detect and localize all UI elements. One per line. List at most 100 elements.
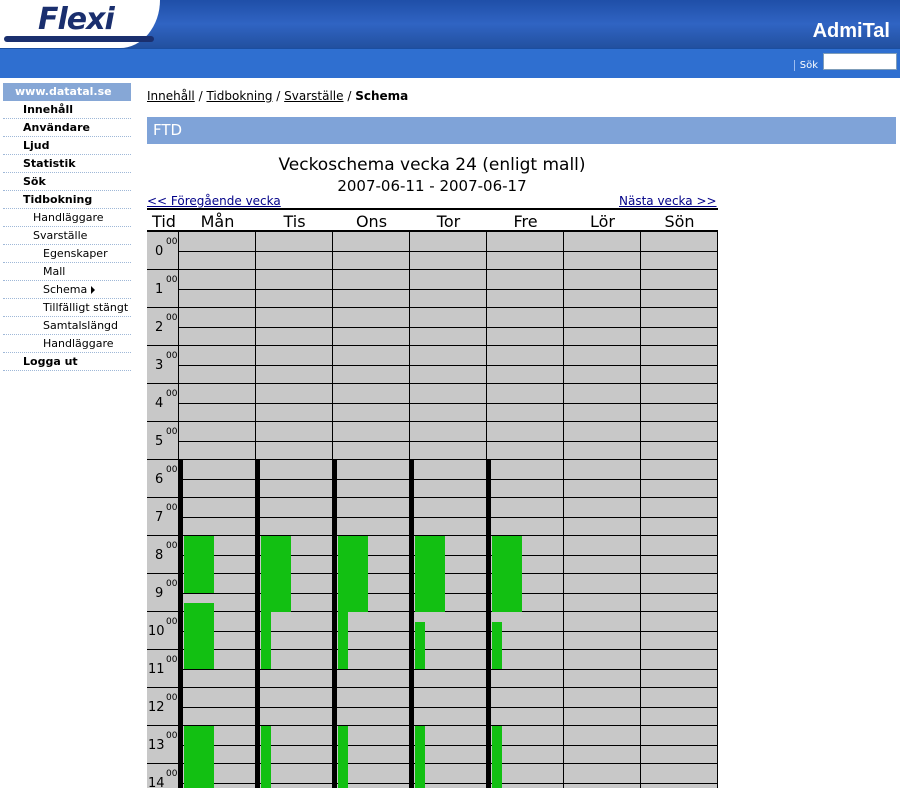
hour-divider xyxy=(147,383,718,384)
sidebar-item-label: Tidbokning xyxy=(23,193,93,206)
booked-slot[interactable] xyxy=(415,726,425,788)
sidebar-item-label: Svarställe xyxy=(33,229,88,242)
hour-minute-label: 00 xyxy=(166,541,178,551)
breadcrumb-svarstalle[interactable]: Svarställe xyxy=(284,89,343,103)
hour-divider xyxy=(147,421,718,422)
day-divider xyxy=(640,232,641,788)
brand-name: AdmiTal xyxy=(812,20,890,42)
booked-slot[interactable] xyxy=(184,602,214,669)
half-hour-divider xyxy=(179,441,718,442)
breadcrumb-separator: / xyxy=(347,89,352,103)
sidebar-item-label: Statistik xyxy=(23,157,76,170)
sidebar-item-label: Logga ut xyxy=(23,355,78,368)
booked-slot[interactable] xyxy=(415,621,425,669)
breadcrumb-current: Schema xyxy=(355,89,409,103)
hour-minute-label: 00 xyxy=(166,503,178,513)
hour-minute-label: 00 xyxy=(166,617,178,627)
hour-divider xyxy=(147,725,718,726)
previous-week-link[interactable]: << Föregående vecka xyxy=(147,194,281,208)
hour-divider xyxy=(147,649,718,650)
hour-minute-label: 00 xyxy=(166,769,178,779)
sidebar-item-sök[interactable]: Sök xyxy=(3,173,131,191)
hour-divider xyxy=(147,459,718,460)
booked-slot[interactable] xyxy=(261,726,271,788)
day-divider xyxy=(563,232,564,788)
sidebar-item-logga-ut[interactable]: Logga ut xyxy=(3,353,131,371)
open-hours-marker xyxy=(409,460,414,788)
hour-label: 14 xyxy=(148,776,165,788)
sidebar-item-handläggare[interactable]: Handläggare xyxy=(3,209,131,227)
day-header: Ons xyxy=(355,212,388,231)
sidebar-item-label: Schema xyxy=(43,283,88,296)
booked-slot[interactable] xyxy=(184,536,214,593)
open-hours-marker xyxy=(486,460,491,788)
sidebar-item-tillfälligt-stängt[interactable]: Tillfälligt stängt xyxy=(3,299,131,317)
sidebar-item-samtalslängd[interactable]: Samtalslängd xyxy=(3,317,131,335)
booked-slot[interactable] xyxy=(338,612,348,669)
breadcrumb-tidbokning[interactable]: Tidbokning xyxy=(206,89,272,103)
hour-minute-label: 00 xyxy=(166,693,178,703)
hour-minute-label: 00 xyxy=(166,237,178,247)
hour-minute-label: 00 xyxy=(166,465,178,475)
hour-label: 4 xyxy=(155,396,164,411)
breadcrumb-separator: / xyxy=(276,89,281,103)
sidebar-item-innehåll[interactable]: Innehåll xyxy=(3,101,131,119)
sidebar-item-mall[interactable]: Mall xyxy=(3,263,131,281)
booked-slot[interactable] xyxy=(184,726,214,788)
day-divider xyxy=(717,232,718,788)
sidebar-item-label: Användare xyxy=(23,121,90,134)
sidebar-item-label: Sök xyxy=(23,175,46,188)
breadcrumb-innehall[interactable]: Innehåll xyxy=(147,89,195,103)
half-hour-divider xyxy=(179,289,718,290)
booked-slot[interactable] xyxy=(492,621,502,669)
search-input[interactable] xyxy=(823,53,897,70)
hour-label: 11 xyxy=(148,662,165,677)
booked-slot[interactable] xyxy=(261,612,271,669)
sidebar-item-användare[interactable]: Användare xyxy=(3,119,131,137)
schedule-grid: Tid Mån Tis Ons Tor Fre Lör Sön 0 00 1 00 2 00 3 00 4 00… xyxy=(147,208,718,788)
hour-label: 1 xyxy=(155,282,164,297)
sidebar-item-handläggare[interactable]: Handläggare xyxy=(3,335,131,353)
sidebar-item-egenskaper[interactable]: Egenskaper xyxy=(3,245,131,263)
hour-label: 13 xyxy=(148,738,165,753)
hour-divider xyxy=(147,269,718,270)
day-header: Tor xyxy=(436,212,461,231)
hour-label: 9 xyxy=(155,586,164,601)
booked-slot[interactable] xyxy=(338,726,348,788)
hour-label: 3 xyxy=(155,358,164,373)
nav-list: Innehåll Användare Ljud Statistik Sök Tidbokn… xyxy=(3,101,131,371)
sidebar-item-label: Innehåll xyxy=(23,103,74,116)
sidebar-item-svarställe[interactable]: Svarställe xyxy=(3,227,131,245)
hour-minute-label: 00 xyxy=(166,579,178,589)
time-column-header: Tid xyxy=(152,212,176,231)
booked-slot[interactable] xyxy=(261,536,291,612)
half-hour-divider xyxy=(179,403,718,404)
hour-minute-label: 00 xyxy=(166,427,178,437)
booked-slot[interactable] xyxy=(415,536,445,612)
section-title: FTD xyxy=(153,121,183,139)
booked-slot[interactable] xyxy=(338,536,368,612)
hour-label: 5 xyxy=(155,434,164,449)
booked-slot[interactable] xyxy=(492,726,502,788)
half-hour-divider xyxy=(179,327,718,328)
sidebar-item-label: Samtalslängd xyxy=(43,319,119,332)
section-title-bar: FTD xyxy=(147,117,896,144)
hour-divider xyxy=(147,345,718,346)
sidebar-item-schema[interactable]: Schema xyxy=(3,281,131,299)
schedule-dates: 2007-06-11 - 2007-06-17 xyxy=(337,177,527,195)
booked-slot[interactable] xyxy=(492,536,522,612)
sidebar-item-label: Ljud xyxy=(23,139,50,152)
next-week-link[interactable]: Nästa vecka >> xyxy=(619,194,717,208)
day-header: Lör xyxy=(590,212,615,231)
sidebar-item-ljud[interactable]: Ljud xyxy=(3,137,131,155)
hour-divider xyxy=(147,307,718,308)
hour-label: 7 xyxy=(155,510,164,525)
sidebar-item-statistik[interactable]: Statistik xyxy=(3,155,131,173)
site-link[interactable]: www.datatal.se xyxy=(3,83,131,101)
open-hours-marker xyxy=(178,460,183,788)
day-header: Tis xyxy=(283,212,306,231)
sidebar-item-tidbokning[interactable]: Tidbokning xyxy=(3,191,131,209)
half-hour-divider xyxy=(179,365,718,366)
sidebar-item-label: Mall xyxy=(43,265,66,278)
hour-minute-label: 00 xyxy=(166,389,178,399)
